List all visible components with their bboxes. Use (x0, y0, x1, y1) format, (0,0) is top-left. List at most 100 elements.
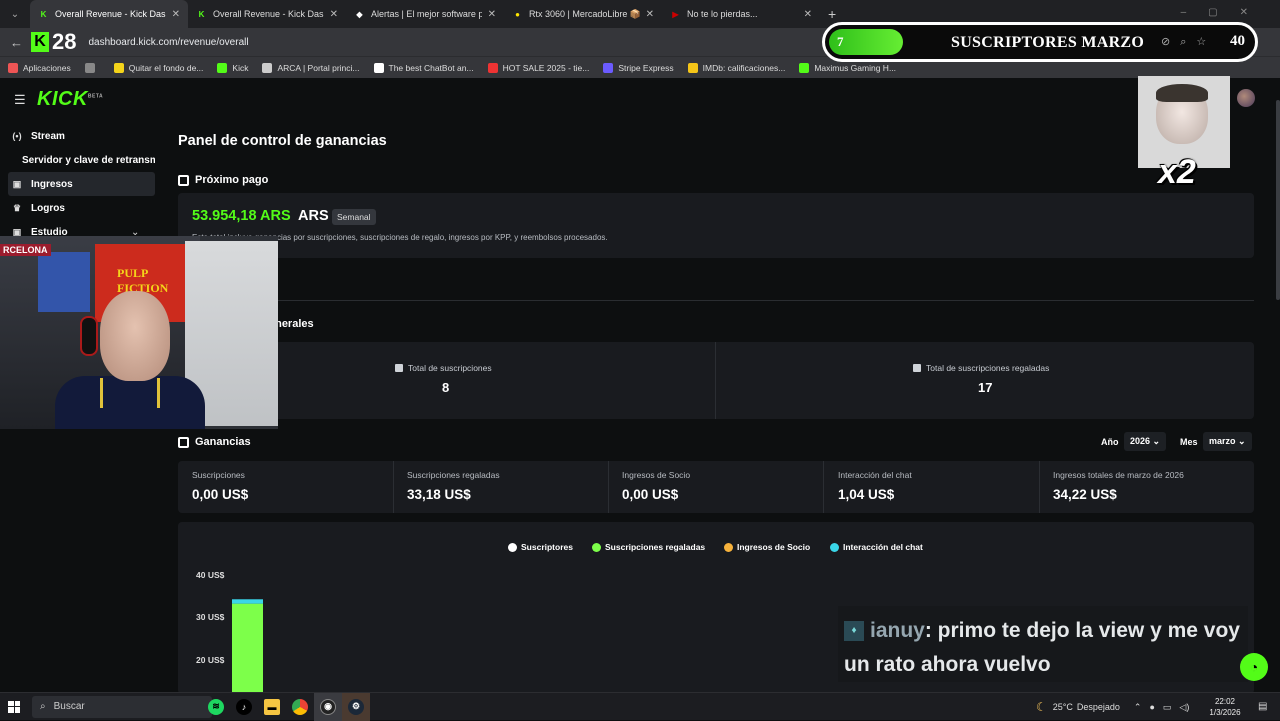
taskbar-clock[interactable]: 22:02 1/3/2026 (1204, 696, 1246, 718)
legend-label: Ingresos de Socio (737, 542, 811, 552)
bookmark-label: Quitar el fondo de... (128, 62, 204, 73)
legend-item[interactable]: Suscripciones regaladas (592, 542, 705, 552)
browser-tab[interactable]: ▶ No te lo pierdas... ✕ (662, 0, 820, 28)
sidebar-item-label: Stream (31, 130, 65, 142)
browser-tab[interactable]: ◆ Alertas | El mejor software para ✕ (346, 0, 504, 28)
sidebar-item-logros[interactable]: ♛ Logros (0, 196, 147, 220)
poster-image (38, 252, 90, 312)
bar-suscripciones-regaladas[interactable] (232, 603, 263, 694)
volume-icon[interactable]: ◁) (1179, 702, 1189, 713)
legend-label: Interacción del chat (843, 542, 923, 552)
file-explorer-icon[interactable]: ▬ (258, 693, 286, 721)
card-separator (393, 461, 394, 513)
bookmark-icon (373, 62, 384, 73)
payout-frequency-badge: Semanal (332, 209, 376, 225)
close-tab-icon[interactable]: ✕ (488, 9, 496, 20)
sidebar-item-stream-key[interactable]: Servidor y clave de retransmisión (0, 148, 160, 172)
system-tray: ☾ 25°C Despejado ⌃ ● ▭ ◁) (1036, 693, 1189, 721)
notification-icon[interactable]: ▤ (1258, 701, 1267, 712)
legend-dot (592, 542, 601, 552)
sidebar-item-stream[interactable]: (•) Stream (0, 124, 147, 148)
bookmark-icon (262, 62, 273, 73)
earnings-subs-value: 0,00 US$ (192, 487, 249, 502)
legend-dot (508, 542, 517, 552)
bookmark-item[interactable]: HOT SALE 2025 - tie... (487, 62, 589, 73)
windows-start-button[interactable] (0, 693, 28, 721)
sidebar-item-label: Logros (31, 202, 65, 214)
obs-icon[interactable]: ◉ (314, 692, 342, 721)
bookmark-icon (217, 62, 228, 73)
chat-badge-icon: ♦ (844, 621, 864, 642)
page-scrollbar[interactable] (1276, 100, 1280, 300)
url-field[interactable]: dashboard.kick.com/revenue/overall (88, 37, 248, 48)
spotify-icon[interactable]: ≋ (202, 693, 230, 721)
tiktok-icon[interactable]: ♪ (230, 693, 258, 721)
network-icon[interactable]: ▭ (1163, 702, 1172, 713)
total-subs-label: Total de suscripciones (395, 363, 492, 373)
close-tab-icon[interactable]: ✕ (172, 9, 180, 20)
headset (80, 316, 98, 356)
close-tab-icon[interactable]: ✕ (330, 9, 338, 20)
browser-tab[interactable]: ● Rtx 3060 | MercadoLibre 📦 ✕ (504, 0, 662, 28)
legend-item[interactable]: Interacción del chat (830, 542, 923, 552)
user-avatar[interactable] (1237, 89, 1255, 107)
kick-k-icon: K (31, 32, 49, 52)
taskbar-search[interactable]: ⌕ Buscar (32, 695, 212, 718)
bookmark-item[interactable]: Quitar el fondo de... (113, 62, 204, 73)
chevron-down-icon: ⌄ (1238, 436, 1246, 446)
browser-tab[interactable]: K Overall Revenue - Kick Dashboard ✕ (30, 0, 188, 28)
sidebar-item-ingresos[interactable]: ▣ Ingresos (8, 172, 155, 196)
clock-date: 1/3/2026 (1209, 708, 1241, 717)
chevron-up-icon[interactable]: ⌃ (1134, 702, 1142, 713)
total-gifted-subs-label: Total de suscripciones regaladas (913, 363, 1049, 373)
card-separator (1039, 461, 1040, 513)
microphone-icon[interactable]: ● (1149, 702, 1154, 712)
new-tab-button[interactable]: + (828, 6, 836, 22)
tab-favicon-icon: ▶ (672, 9, 679, 19)
sidebar: (•) Stream Servidor y clave de retransmi… (0, 124, 160, 244)
legend-item[interactable]: Suscriptores (508, 542, 573, 552)
month-select[interactable]: marzo ⌄ (1203, 432, 1252, 451)
bookmark-icon (113, 62, 124, 73)
browser-toolbar-icons[interactable]: ⊘⌕☆ (1161, 35, 1216, 49)
bar-interacci-n-del-chat[interactable] (232, 599, 263, 604)
tab-favicon-icon: ◆ (356, 9, 363, 19)
barcelona-banner: RCELONA (0, 244, 51, 256)
close-tab-icon[interactable]: ✕ (804, 9, 812, 20)
bookmark-item[interactable] (84, 62, 100, 73)
bookmark-item[interactable]: The best ChatBot an... (373, 62, 474, 73)
earnings-total-value: 34,22 US$ (1053, 487, 1117, 502)
hamburger-menu-icon[interactable]: ☰ (14, 92, 26, 108)
earnings-bar-chart (232, 599, 263, 694)
legend-label: Suscripciones regaladas (605, 542, 706, 552)
kick-live-counter: K 28 (31, 29, 76, 55)
tab-search-chevron-icon[interactable]: ⌄ (4, 3, 26, 25)
year-select[interactable]: 2026 ⌄ (1124, 432, 1167, 451)
bookmark-item[interactable]: Stripe Express (603, 62, 674, 73)
bookmark-label: Kick (232, 62, 249, 73)
browser-tab[interactable]: K Overall Revenue - Kick Dashboard ✕ (188, 0, 346, 28)
bookmark-item[interactable]: Maximus Gaming H... (799, 62, 896, 73)
legend-item[interactable]: Ingresos de Socio (724, 542, 810, 552)
help-chat-button[interactable]: ◔ (1240, 653, 1268, 681)
kick-logo[interactable]: KICKBETA (37, 88, 103, 111)
emote-multiplier: x2 (1158, 153, 1196, 191)
back-arrow-icon[interactable]: ← (10, 35, 23, 50)
bookmark-item[interactable]: Aplicaciones (8, 62, 71, 73)
bookmark-icon (799, 62, 810, 73)
steam-icon[interactable]: ⚙ (342, 692, 370, 721)
bookmark-item[interactable]: IMDb: calificaciones... (687, 62, 785, 73)
chart-icon: ▣ (12, 178, 22, 189)
kick-counter-value: 28 (52, 29, 77, 54)
month-label: Mes (1180, 437, 1198, 447)
close-tab-icon[interactable]: ✕ (646, 9, 654, 20)
chart-icon (395, 364, 403, 372)
bookmark-item[interactable]: Kick (217, 62, 249, 73)
page-title: Panel de control de ganancias (178, 133, 387, 149)
window-controls[interactable]: –▢✕ (1181, 7, 1270, 18)
bookmark-item[interactable]: ARCA | Portal princi... (262, 62, 360, 73)
chrome-icon[interactable] (286, 693, 314, 721)
tab-favicon-icon: K (198, 9, 205, 19)
bookmark-icon (487, 62, 498, 73)
sidebar-item-label: Servidor y clave de retransmisión (22, 154, 155, 166)
